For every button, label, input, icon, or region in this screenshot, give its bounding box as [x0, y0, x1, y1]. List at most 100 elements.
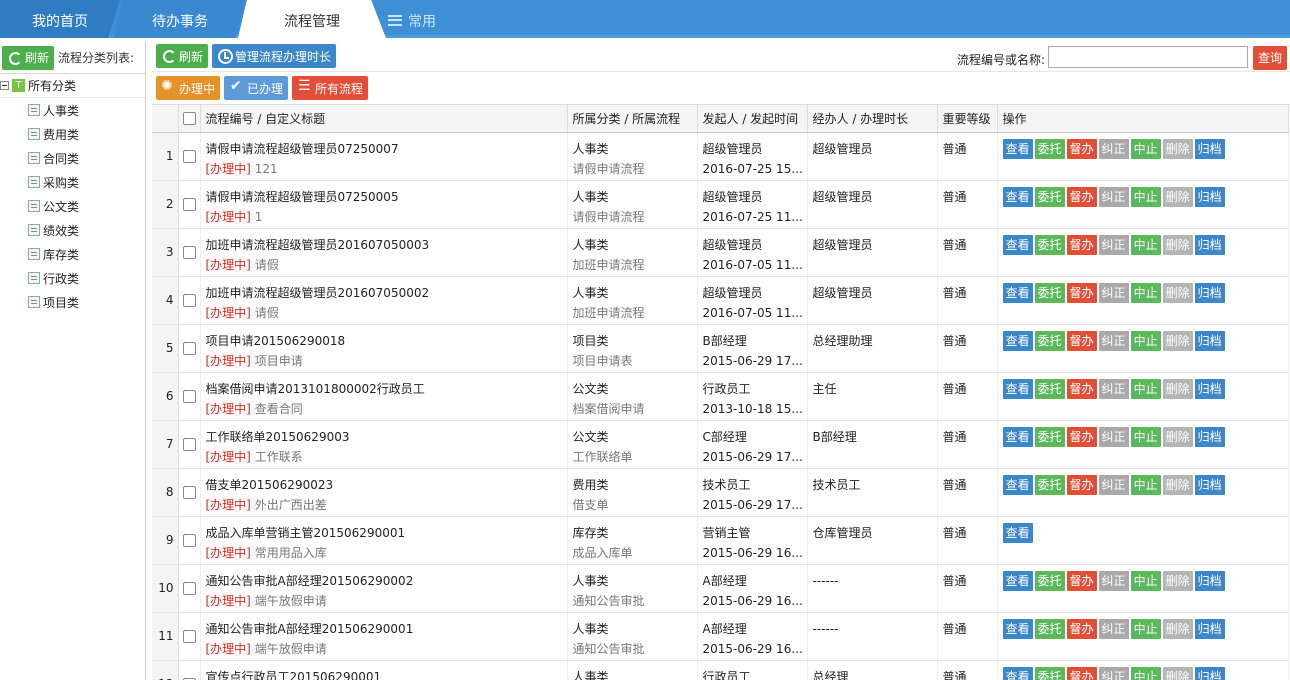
terminate-button[interactable]: 中止	[1130, 570, 1161, 591]
terminate-button[interactable]: 中止	[1130, 426, 1161, 447]
header-starter[interactable]: 发起人 / 发起时间	[697, 105, 808, 133]
view-button[interactable]: 查看	[1002, 426, 1033, 447]
correct-button[interactable]: 纠正	[1098, 570, 1129, 591]
flow-title[interactable]: 请假申请流程超级管理员07250007	[206, 139, 567, 159]
urge-button[interactable]: 督办	[1066, 282, 1097, 303]
header-level[interactable]: 重要等级	[937, 105, 998, 133]
delegate-button[interactable]: 委托	[1034, 282, 1065, 303]
table-row[interactable]: 5 项目申请201506290018 [办理中] 项目申请 项目类 项目申请表 B部经理 2…	[152, 324, 1289, 373]
correct-button[interactable]: 纠正	[1098, 330, 1129, 351]
tab-common[interactable]: 常用	[388, 0, 448, 38]
view-button[interactable]: 查看	[1002, 474, 1033, 495]
delegate-button[interactable]: 委托	[1034, 330, 1065, 351]
delete-button[interactable]: 删除	[1162, 282, 1193, 303]
header-category[interactable]: 所属分类 / 所属流程	[567, 105, 698, 133]
table-row[interactable]: 4 加班申请流程超级管理员201607050002 [办理中] 请假 人事类 加班申请流…	[152, 276, 1289, 325]
archive-button[interactable]: 归档	[1194, 426, 1225, 447]
delete-button[interactable]: 删除	[1162, 186, 1193, 207]
query-button[interactable]: 查询	[1253, 46, 1287, 70]
delete-button[interactable]: 删除	[1162, 474, 1193, 495]
row-checkbox[interactable]	[182, 342, 196, 355]
archive-button[interactable]: 归档	[1194, 474, 1225, 495]
tree-item[interactable]: 绩效类	[0, 218, 145, 242]
delete-button[interactable]: 删除	[1162, 234, 1193, 255]
urge-button[interactable]: 督办	[1066, 426, 1097, 447]
table-row[interactable]: 1 请假申请流程超级管理员07250007 [办理中] 121 人事类 请假申请流程 超级…	[152, 132, 1289, 181]
tab-todo[interactable]: 待办事务	[114, 0, 246, 38]
archive-button[interactable]: 归档	[1194, 378, 1225, 399]
delete-button[interactable]: 删除	[1162, 378, 1193, 399]
urge-button[interactable]: 督办	[1066, 378, 1097, 399]
category-refresh-button[interactable]: 刷新	[2, 45, 55, 70]
filter-all-button[interactable]: 所有流程	[292, 76, 369, 100]
tree-item[interactable]: 采购类	[0, 170, 145, 194]
flow-title[interactable]: 借支单201506290023	[206, 475, 567, 495]
urge-button[interactable]: 督办	[1066, 138, 1097, 159]
row-checkbox[interactable]	[182, 582, 196, 595]
filter-doing-button[interactable]: 办理中	[156, 76, 221, 100]
correct-button[interactable]: 纠正	[1098, 666, 1129, 680]
table-row[interactable]: 8 借支单201506290023 [办理中] 外出广西出差 费用类 借支单 技术员工 20…	[152, 468, 1289, 517]
tree-item[interactable]: 人事类	[0, 98, 145, 122]
collapse-icon[interactable]	[0, 81, 9, 90]
view-button[interactable]: 查看	[1002, 186, 1033, 207]
archive-button[interactable]: 归档	[1194, 234, 1225, 255]
manage-duration-button[interactable]: 管理流程办理时长	[212, 44, 337, 68]
tab-home[interactable]: 我的首页	[0, 0, 120, 38]
row-checkbox[interactable]	[182, 198, 196, 211]
delegate-button[interactable]: 委托	[1034, 474, 1065, 495]
tab-flow-manage[interactable]: 流程管理	[238, 0, 386, 38]
view-button[interactable]: 查看	[1002, 330, 1033, 351]
tree-item[interactable]: 项目类	[0, 290, 145, 314]
delete-button[interactable]: 删除	[1162, 570, 1193, 591]
archive-button[interactable]: 归档	[1194, 282, 1225, 303]
delegate-button[interactable]: 委托	[1034, 234, 1065, 255]
table-row[interactable]: 2 请假申请流程超级管理员07250005 [办理中] 1 人事类 请假申请流程 超级管理…	[152, 180, 1289, 229]
row-checkbox[interactable]	[182, 390, 196, 403]
row-checkbox[interactable]	[182, 150, 196, 163]
flow-title[interactable]: 请假申请流程超级管理员07250005	[206, 187, 567, 207]
urge-button[interactable]: 督办	[1066, 570, 1097, 591]
flow-title[interactable]: 项目申请201506290018	[206, 331, 567, 351]
terminate-button[interactable]: 中止	[1130, 330, 1161, 351]
urge-button[interactable]: 督办	[1066, 234, 1097, 255]
delegate-button[interactable]: 委托	[1034, 570, 1065, 591]
urge-button[interactable]: 督办	[1066, 330, 1097, 351]
archive-button[interactable]: 归档	[1194, 570, 1225, 591]
flow-title[interactable]: 成品入库单营销主管201506290001	[206, 523, 567, 543]
flow-title[interactable]: 加班申请流程超级管理员201607050002	[206, 283, 567, 303]
flow-title[interactable]: 加班申请流程超级管理员201607050003	[206, 235, 567, 255]
correct-button[interactable]: 纠正	[1098, 138, 1129, 159]
tree-item[interactable]: 合同类	[0, 146, 145, 170]
view-button[interactable]: 查看	[1002, 522, 1033, 543]
delete-button[interactable]: 删除	[1162, 618, 1193, 639]
row-checkbox[interactable]	[182, 486, 196, 499]
view-button[interactable]: 查看	[1002, 138, 1033, 159]
terminate-button[interactable]: 中止	[1130, 378, 1161, 399]
tree-item[interactable]: 行政类	[0, 266, 145, 290]
table-row[interactable]: 3 加班申请流程超级管理员201607050003 [办理中] 请假 人事类 加班申请流…	[152, 228, 1289, 277]
archive-button[interactable]: 归档	[1194, 330, 1225, 351]
flow-title[interactable]: 宣传点行政员工201506290001	[206, 667, 567, 680]
row-checkbox[interactable]	[182, 246, 196, 259]
tree-root-all[interactable]: T 所有分类	[0, 74, 145, 98]
terminate-button[interactable]: 中止	[1130, 186, 1161, 207]
correct-button[interactable]: 纠正	[1098, 618, 1129, 639]
filter-done-button[interactable]: 已办理	[224, 76, 289, 100]
urge-button[interactable]: 督办	[1066, 666, 1097, 680]
terminate-button[interactable]: 中止	[1130, 666, 1161, 680]
delegate-button[interactable]: 委托	[1034, 618, 1065, 639]
view-button[interactable]: 查看	[1002, 378, 1033, 399]
correct-button[interactable]: 纠正	[1098, 474, 1129, 495]
delete-button[interactable]: 删除	[1162, 138, 1193, 159]
view-button[interactable]: 查看	[1002, 666, 1033, 680]
correct-button[interactable]: 纠正	[1098, 426, 1129, 447]
table-row[interactable]: 6 档案借阅申请2013101800002行政员工 [办理中] 查看合同 公文类 档案借…	[152, 372, 1289, 421]
flow-title[interactable]: 档案借阅申请2013101800002行政员工	[206, 379, 567, 399]
archive-button[interactable]: 归档	[1194, 666, 1225, 680]
flow-title[interactable]: 工作联络单20150629003	[206, 427, 567, 447]
view-button[interactable]: 查看	[1002, 282, 1033, 303]
select-all-checkbox[interactable]	[182, 112, 196, 126]
terminate-button[interactable]: 中止	[1130, 474, 1161, 495]
tree-item[interactable]: 库存类	[0, 242, 145, 266]
